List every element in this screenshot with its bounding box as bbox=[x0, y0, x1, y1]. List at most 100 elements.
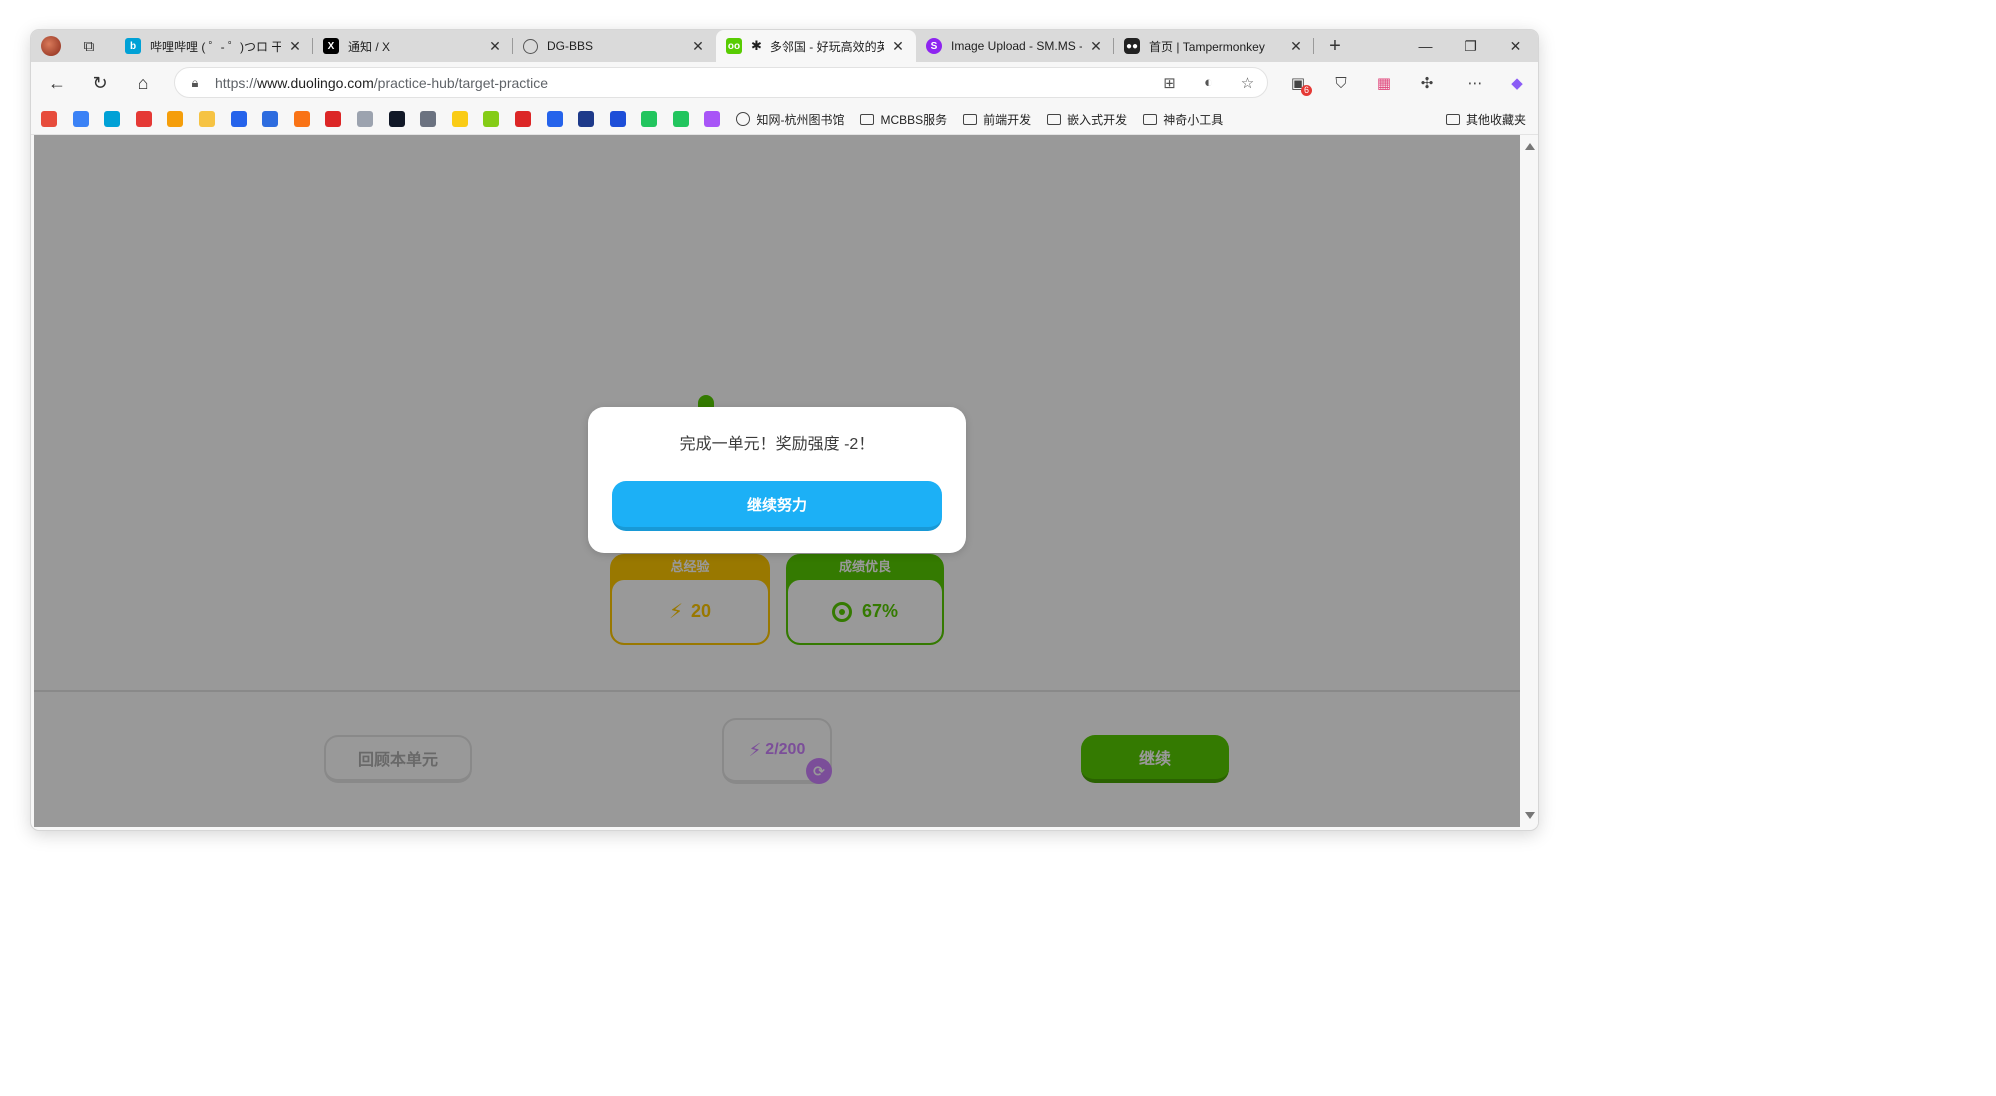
extensions-puzzle-icon[interactable]: ✣ bbox=[1411, 67, 1443, 99]
restore-button[interactable]: ❐ bbox=[1448, 30, 1493, 62]
dialog-message: 完成一单元！奖励强度 -2！ bbox=[679, 436, 875, 453]
back-button[interactable]: ← bbox=[41, 67, 73, 99]
bookmark-favicon-icon[interactable] bbox=[198, 111, 215, 127]
tab-strip: ⧉ b 哔哩哔哩 ( ゜- ゜)つロ 干杯~ ✕ X 通知 / X ✕ DG-B… bbox=[31, 30, 1538, 62]
bookmark-label: 嵌入式开发 bbox=[1067, 112, 1128, 127]
bookmark-favicon-icon[interactable] bbox=[356, 111, 373, 127]
avatar bbox=[41, 36, 61, 56]
keep-going-button[interactable]: 继续努力 bbox=[612, 481, 942, 531]
url-text[interactable]: https://www.duolingo.com/practice-hub/ta… bbox=[215, 75, 1150, 91]
bookmark-favicon-icon[interactable] bbox=[514, 111, 531, 127]
tab-title: 哔哩哔哩 ( ゜- ゜)つロ 干杯~ bbox=[150, 39, 281, 54]
tab-bilibili[interactable]: b 哔哩哔哩 ( ゜- ゜)つロ 干杯~ ✕ bbox=[115, 30, 313, 62]
tampermonkey-icon: ●● bbox=[1124, 38, 1140, 54]
lock-icon[interactable]: 🔒︎ bbox=[175, 75, 215, 91]
tab-x[interactable]: X 通知 / X ✕ bbox=[313, 30, 513, 62]
bookmark-folder-embedded[interactable]: 嵌入式开发 bbox=[1047, 111, 1127, 128]
bookmark-favicon-icon[interactable] bbox=[262, 111, 279, 127]
copilot-icon[interactable]: ◆ bbox=[1501, 67, 1533, 99]
bookmark-favicon-icon[interactable] bbox=[546, 111, 563, 127]
more-menu-icon[interactable]: ⋯ bbox=[1459, 67, 1491, 99]
bookmark-favicon-icon[interactable] bbox=[609, 111, 626, 127]
address-bar[interactable]: 🔒︎ https://www.duolingo.com/practice-hub… bbox=[174, 67, 1268, 98]
globe-icon bbox=[736, 112, 751, 126]
folder-icon bbox=[1445, 113, 1460, 125]
bookmark-favicon-icon[interactable] bbox=[483, 111, 500, 127]
reload-button[interactable]: ↻ bbox=[84, 67, 116, 99]
bookmark-favicon-icon[interactable] bbox=[167, 111, 184, 127]
bookmark-favicon-icon[interactable] bbox=[388, 111, 405, 127]
close-icon[interactable]: ✕ bbox=[1088, 38, 1104, 55]
bookmark-icons bbox=[31, 111, 721, 127]
x-icon: X bbox=[323, 38, 339, 54]
bookmark-favicon-icon[interactable] bbox=[641, 111, 658, 127]
close-icon[interactable]: ✕ bbox=[890, 38, 906, 55]
close-icon[interactable]: ✕ bbox=[487, 38, 503, 55]
bilibili-icon: b bbox=[125, 38, 141, 54]
folder-icon bbox=[860, 113, 875, 125]
favorite-star-icon[interactable]: ☆ bbox=[1228, 74, 1267, 92]
bookmark-label: MCBBS服务 bbox=[880, 112, 948, 127]
bookmark-favicon-icon[interactable] bbox=[293, 111, 310, 127]
bookmark-favicon-icon[interactable] bbox=[451, 111, 468, 127]
smms-icon: S bbox=[926, 38, 942, 54]
window-controls: — ❐ ✕ bbox=[1403, 30, 1538, 62]
scroll-up-arrow[interactable] bbox=[1525, 143, 1535, 150]
reward-dialog: 完成一单元！奖励强度 -2！ 继续努力 bbox=[588, 407, 966, 553]
tab-dgbbs[interactable]: DG-BBS ✕ bbox=[513, 30, 716, 62]
tab-smms[interactable]: S Image Upload - SM.MS - Si ✕ bbox=[916, 30, 1114, 62]
app-available-icon[interactable]: ⊞ bbox=[1150, 74, 1189, 92]
browser-window: ⧉ b 哔哩哔哩 ( ゜- ゜)つロ 干杯~ ✕ X 通知 / X ✕ DG-B… bbox=[31, 30, 1538, 830]
profile-button[interactable] bbox=[37, 32, 65, 60]
globe-icon bbox=[523, 38, 538, 54]
folder-icon bbox=[1047, 113, 1062, 125]
bookmark-folder-mcbbs[interactable]: MCBBS服务 bbox=[860, 111, 947, 128]
bookmark-favicon-icon[interactable] bbox=[578, 111, 595, 127]
toolbar: ← ↻ ⌂ 🔒︎ https://www.duolingo.com/practi… bbox=[31, 62, 1538, 104]
other-bookmarks[interactable]: 其他收藏夹 bbox=[1445, 104, 1526, 134]
bookmark-label: 神奇小工具 bbox=[1163, 112, 1224, 127]
tab-tampermonkey[interactable]: ●● 首页 | Tampermonkey ✕ bbox=[1114, 30, 1314, 62]
edge-refresh-icon[interactable]: ◐ bbox=[1189, 74, 1228, 91]
folder-icon bbox=[1143, 113, 1158, 125]
bookmarks-bar: 知网-杭州图书馆 MCBBS服务 前端开发 嵌入式开发 神奇小工具 其他收藏夹 bbox=[31, 104, 1538, 135]
bookmark-favicon-icon[interactable] bbox=[230, 111, 247, 127]
tab-title: 通知 / X bbox=[348, 39, 391, 54]
bookmark-favicon-icon[interactable] bbox=[104, 111, 121, 127]
tab-title: 多邻国 - 好玩高效的英 bbox=[769, 39, 884, 54]
close-icon[interactable]: ✕ bbox=[690, 38, 706, 55]
bluetooth-icon: ✱ bbox=[751, 38, 762, 53]
scroll-down-arrow[interactable] bbox=[1525, 812, 1535, 819]
bookmark-label: 其他收藏夹 bbox=[1465, 112, 1526, 127]
bookmark-favicon-icon[interactable] bbox=[72, 111, 89, 127]
home-button[interactable]: ⌂ bbox=[127, 67, 159, 99]
tab-duolingo[interactable]: oo ✱ 多邻国 - 好玩高效的英 ✕ bbox=[716, 30, 916, 62]
bookmark-favicon-icon[interactable] bbox=[420, 111, 437, 127]
bookmark-favicon-icon[interactable] bbox=[672, 111, 689, 127]
translate-icon[interactable]: ▦ bbox=[1368, 67, 1400, 99]
bookmark-favicon-icon[interactable] bbox=[704, 111, 721, 127]
close-icon[interactable]: ✕ bbox=[1288, 38, 1304, 55]
minimize-button[interactable]: — bbox=[1403, 30, 1448, 62]
bookmark-cnki[interactable]: 知网-杭州图书馆 bbox=[736, 111, 844, 128]
bookmark-favicon-icon[interactable] bbox=[41, 111, 57, 127]
close-icon[interactable]: ✕ bbox=[287, 38, 303, 55]
bookmark-favicon-icon[interactable] bbox=[325, 111, 342, 127]
tab-title: Image Upload - SM.MS - Si bbox=[951, 39, 1082, 53]
scrollbar[interactable] bbox=[1523, 135, 1538, 827]
tab-title: 首页 | Tampermonkey bbox=[1149, 39, 1265, 54]
folder-icon bbox=[963, 113, 978, 125]
shield-icon[interactable]: ⛉ bbox=[1325, 67, 1357, 99]
page-content: 总经验 ⚡︎ 20 成绩优良 67% 回顾本单元 ⚡︎ 2/200 ⟳ 继续 完成… bbox=[34, 135, 1520, 827]
close-window-button[interactable]: ✕ bbox=[1493, 30, 1538, 62]
bookmark-label: 知网-杭州图书馆 bbox=[756, 112, 845, 127]
bookmark-label: 前端开发 bbox=[983, 112, 1032, 127]
workspaces-icon[interactable]: ⧉ bbox=[75, 32, 103, 60]
extension-icon[interactable]: ▣ 6 bbox=[1282, 67, 1314, 99]
bookmark-favicon-icon[interactable] bbox=[135, 111, 152, 127]
duolingo-icon: oo bbox=[726, 38, 742, 54]
bookmark-folder-frontend[interactable]: 前端开发 bbox=[963, 111, 1031, 128]
tab-title: DG-BBS bbox=[547, 39, 594, 53]
bookmark-folder-tools[interactable]: 神奇小工具 bbox=[1143, 111, 1223, 128]
new-tab-button[interactable]: + bbox=[1320, 32, 1350, 60]
